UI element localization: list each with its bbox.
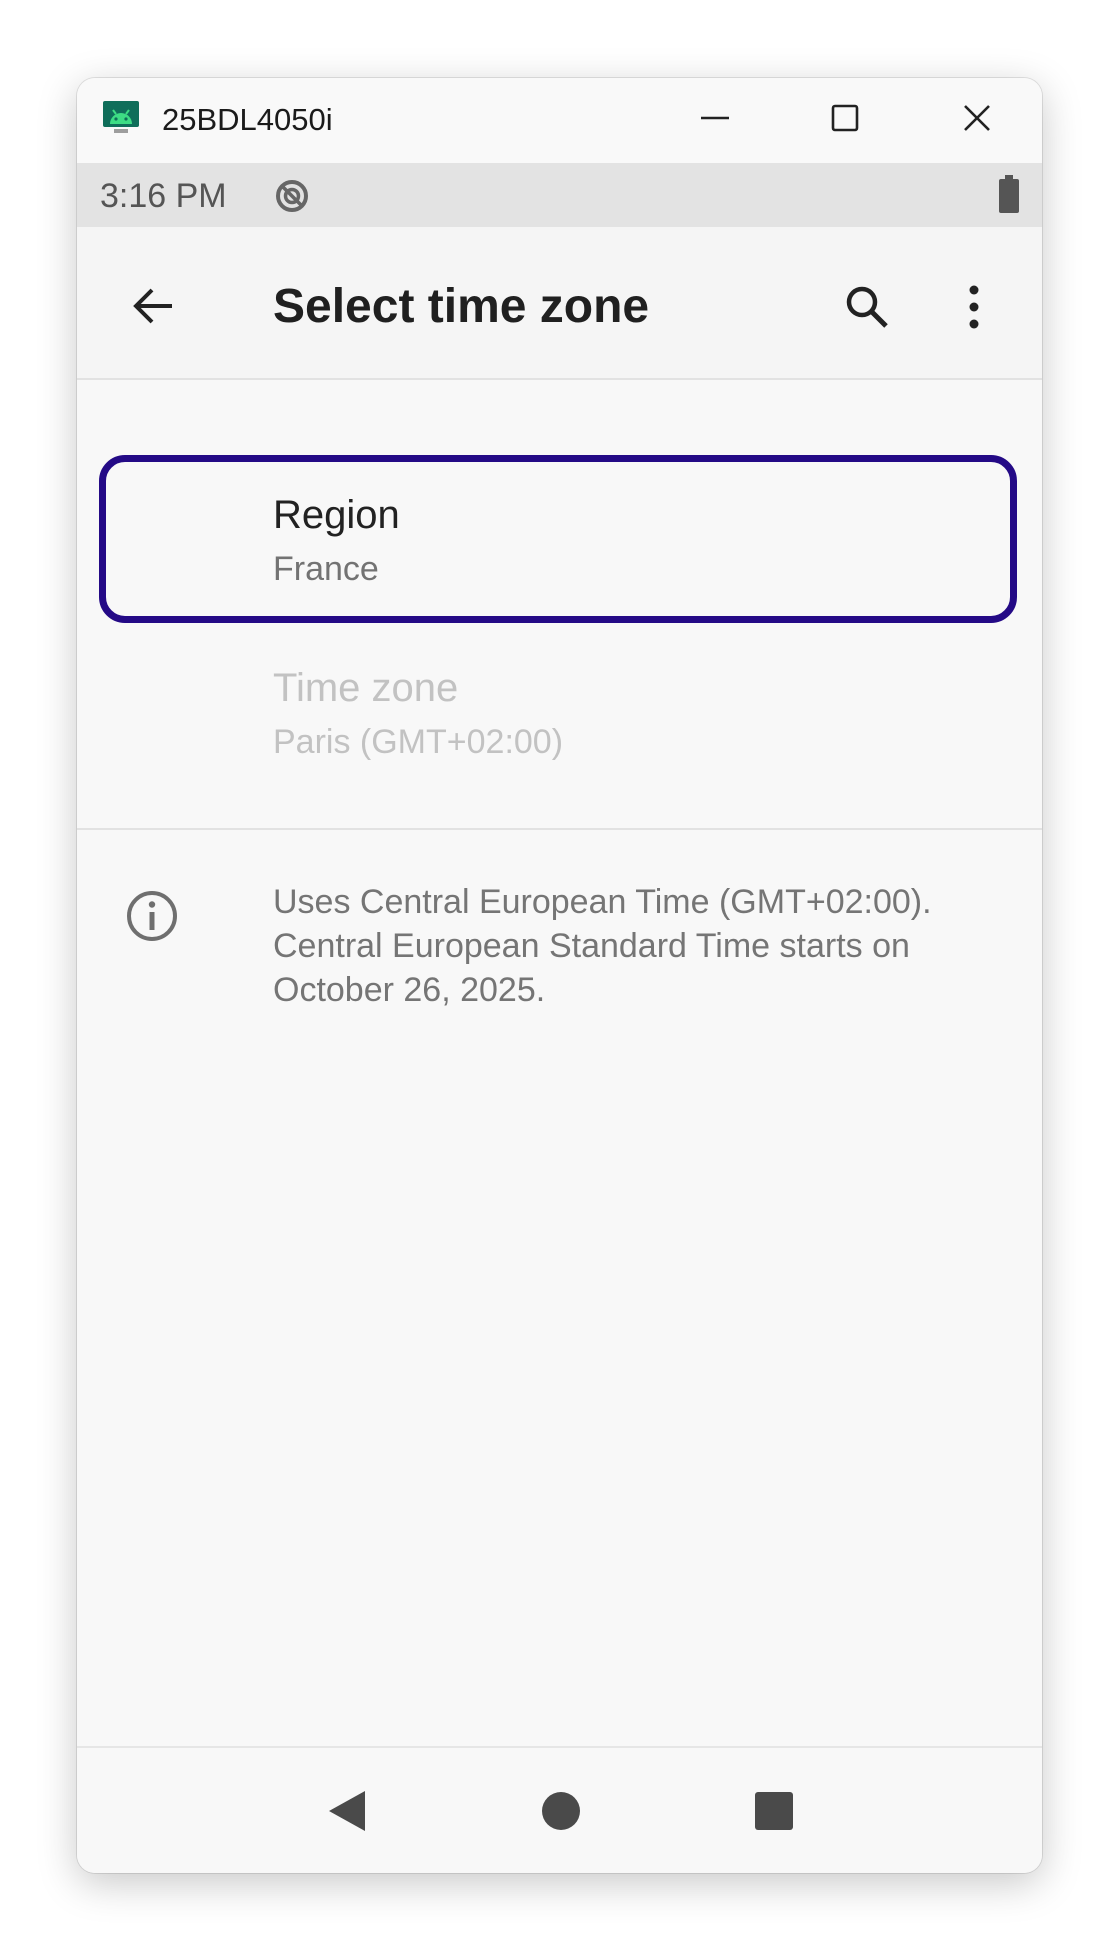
time-zone-preference[interactable]: Time zone Paris (GMT+02:00): [77, 648, 1042, 828]
divider: [77, 828, 1042, 830]
nav-recents-icon: [755, 1792, 793, 1830]
data-saver-icon: [276, 180, 308, 212]
region-title: Region: [273, 493, 400, 537]
time-zone-title: Time zone: [273, 666, 459, 710]
minimize-button[interactable]: [685, 92, 745, 144]
minimize-icon: [701, 116, 729, 120]
emulator-window: 25BDL4050i 3:16 PM Select time zone Regi…: [77, 78, 1042, 1873]
arrow-back-icon: [133, 288, 172, 324]
status-bar: 3:16 PM: [77, 163, 1042, 227]
region-summary: France: [273, 550, 379, 588]
app-bar: Select time zone: [77, 227, 1042, 380]
info-icon: [127, 891, 177, 941]
more-vert-icon: [969, 285, 979, 329]
more-options-button[interactable]: [949, 275, 999, 339]
status-time: 3:16 PM: [100, 177, 227, 215]
maximize-icon: [831, 104, 859, 132]
nav-home-icon: [542, 1792, 580, 1830]
nav-back-icon: [329, 1791, 365, 1831]
nav-recents-button[interactable]: [739, 1776, 809, 1846]
nav-back-button[interactable]: [312, 1776, 382, 1846]
search-button[interactable]: [835, 275, 899, 339]
maximize-button[interactable]: [815, 92, 875, 144]
region-preference[interactable]: Region France: [77, 455, 1042, 627]
time-zone-info: Uses Central European Time (GMT+02:00). …: [77, 868, 1042, 1028]
navigation-bar: [77, 1746, 1042, 1873]
close-icon: [964, 105, 990, 131]
search-icon: [846, 286, 888, 328]
info-text: Uses Central European Time (GMT+02:00). …: [273, 883, 932, 1009]
back-button[interactable]: [122, 274, 186, 338]
window-titlebar[interactable]: 25BDL4050i: [77, 78, 1042, 163]
close-button[interactable]: [947, 92, 1007, 144]
time-zone-summary: Paris (GMT+02:00): [273, 723, 564, 761]
battery-icon: [999, 175, 1019, 213]
page-title: Select time zone: [273, 280, 650, 333]
nav-home-button[interactable]: [526, 1776, 596, 1846]
window-title: 25BDL4050i: [162, 102, 333, 137]
android-icon: [103, 101, 139, 133]
